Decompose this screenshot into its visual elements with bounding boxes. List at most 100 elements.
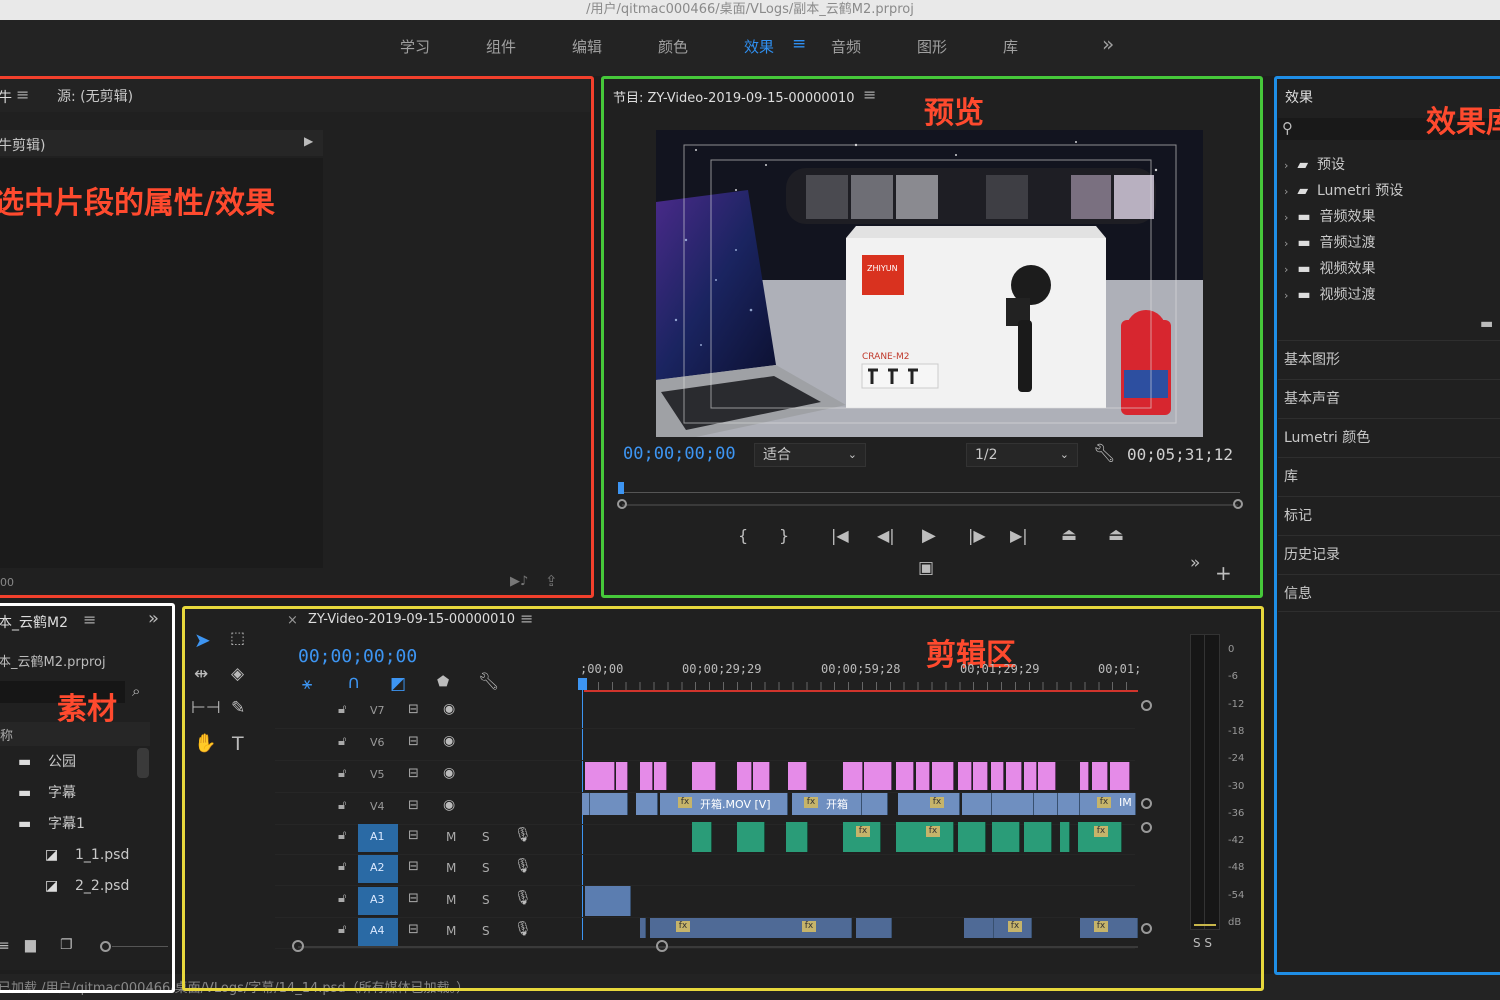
snap-magnet-icon[interactable]: ∩: [347, 672, 360, 693]
lock-icon[interactable]: 🔓︎: [338, 922, 346, 937]
fx-badge-icon[interactable]: fx: [1094, 826, 1108, 837]
video-clip[interactable]: [737, 762, 752, 790]
eye-icon[interactable]: ◉: [443, 701, 455, 717]
scroll-handle-right[interactable]: [1233, 499, 1243, 509]
audio-clip[interactable]: [737, 822, 765, 852]
video-clip[interactable]: [932, 762, 954, 790]
effects-folder-lumetri-presets[interactable]: › ▰ Lumetri 预设: [1284, 180, 1403, 200]
extract-icon[interactable]: ⏏: [1108, 525, 1124, 545]
workspace-tab-effects[interactable]: 效果: [744, 36, 774, 57]
fx-badge-icon[interactable]: fx: [1008, 921, 1022, 932]
eye-icon[interactable]: ◉: [443, 733, 455, 749]
timeline-settings-wrench-icon[interactable]: 🔧︎: [478, 672, 500, 692]
more-controls-icon[interactable]: »: [1190, 553, 1200, 573]
project-item-park[interactable]: ▬ 公园: [0, 747, 150, 778]
project-item-psd-2[interactable]: ◪ 2_2.psd: [0, 871, 150, 902]
video-clip[interactable]: [616, 762, 628, 790]
video-clip[interactable]: [640, 762, 653, 790]
sync-lock-icon[interactable]: ⊟: [408, 891, 419, 906]
video-clip[interactable]: [590, 793, 628, 815]
fx-badge-icon[interactable]: fx: [930, 797, 944, 808]
mute-button[interactable]: M: [446, 893, 456, 907]
workspace-menu-icon[interactable]: ≡: [792, 34, 806, 54]
video-clip[interactable]: [958, 762, 972, 790]
panel-history[interactable]: 历史记录: [1278, 535, 1500, 573]
vertical-zoom-handle-top[interactable]: [1141, 700, 1152, 711]
effects-folder-video-effects[interactable]: › ▬ 视频效果: [1284, 258, 1375, 278]
audio-clip[interactable]: [585, 886, 631, 916]
sync-lock-icon[interactable]: ⊟: [408, 922, 419, 937]
workspace-tab-assembly[interactable]: 组件: [486, 36, 516, 57]
type-tool-icon[interactable]: T: [232, 733, 244, 755]
video-clip[interactable]: [962, 793, 992, 815]
audio-clip[interactable]: [964, 918, 994, 938]
video-clip[interactable]: [864, 762, 892, 790]
audio-clip[interactable]: [786, 822, 808, 852]
ripple-edit-tool-icon[interactable]: ⇹: [194, 664, 208, 684]
lock-icon[interactable]: 🔓︎: [338, 798, 346, 813]
video-clip[interactable]: [753, 762, 770, 790]
timeline-playhead-handle[interactable]: [578, 678, 587, 690]
audio-clip[interactable]: [896, 822, 954, 852]
video-clip[interactable]: [692, 762, 716, 790]
fx-badge-icon[interactable]: fx: [926, 826, 940, 837]
track-select-tool-icon[interactable]: ⬚: [230, 628, 245, 647]
scroll-handle-left[interactable]: [617, 499, 627, 509]
mute-button[interactable]: M: [446, 830, 456, 844]
panel-essential-sound[interactable]: 基本声音: [1278, 379, 1500, 417]
pen-tool-icon[interactable]: ✎: [231, 698, 245, 718]
audio-clip[interactable]: [856, 918, 892, 938]
video-clip[interactable]: [1034, 793, 1058, 815]
video-clip[interactable]: [973, 762, 988, 790]
timeline-scroll-handle-left[interactable]: [292, 940, 304, 952]
video-clip[interactable]: [585, 762, 615, 790]
solo-buttons[interactable]: S S: [1193, 936, 1212, 950]
video-clip[interactable]: [916, 762, 930, 790]
sync-lock-icon[interactable]: ⊟: [408, 702, 419, 717]
project-tab[interactable]: 本_云鹤M2: [0, 612, 68, 632]
lift-icon[interactable]: ⏏: [1061, 525, 1077, 545]
vertical-zoom-handle-bottom[interactable]: [1141, 923, 1152, 934]
fx-badge-icon[interactable]: fx: [676, 921, 690, 932]
timeline-timecode[interactable]: 00;00;00;00: [298, 646, 417, 667]
selection-tool-icon[interactable]: ➤: [194, 628, 211, 652]
audio-clip[interactable]: [958, 822, 986, 852]
video-clip[interactable]: [582, 793, 590, 815]
audio-clip[interactable]: [692, 822, 712, 852]
step-forward-icon[interactable]: |▶: [968, 526, 986, 545]
expand-arrow-icon[interactable]: ▶: [304, 134, 313, 148]
program-current-timecode[interactable]: 00;00;00;00: [623, 444, 736, 464]
close-sequence-icon[interactable]: ×: [287, 613, 298, 628]
video-clip[interactable]: [862, 793, 888, 815]
list-view-icon[interactable]: ≡: [0, 938, 10, 954]
timeline-sequence-tab[interactable]: ZY-Video-2019-09-15-00000010: [308, 612, 515, 627]
program-mini-ruler[interactable]: [618, 480, 1246, 494]
icon-view-icon[interactable]: ▆: [25, 937, 36, 953]
microphone-icon[interactable]: 🎙︎: [514, 858, 532, 874]
tab-effect-controls[interactable]: 牛: [0, 87, 12, 107]
button-editor-plus-icon[interactable]: +: [1215, 561, 1232, 585]
nest-toggle-icon[interactable]: ⚹: [302, 674, 312, 694]
step-back-icon[interactable]: ◀|: [877, 526, 895, 545]
fx-badge-icon[interactable]: fx: [1094, 921, 1108, 932]
more-workspaces-icon[interactable]: »: [1102, 32, 1114, 56]
panel-lumetri-color[interactable]: Lumetri 颜色: [1278, 418, 1500, 456]
project-item-captions[interactable]: ▬ 字幕: [0, 778, 150, 809]
lock-icon[interactable]: 🔓︎: [338, 828, 346, 843]
timeline-horizontal-scrollbar[interactable]: [298, 946, 1138, 948]
find-icon[interactable]: ⌕: [132, 682, 140, 700]
project-item-captions1[interactable]: ▬ 字幕1: [0, 809, 150, 840]
export-frame-camera-icon[interactable]: ▣: [918, 558, 934, 578]
workspace-tab-audio[interactable]: 音频: [831, 36, 861, 57]
audio-clip[interactable]: [640, 918, 646, 938]
panel-essential-graphics[interactable]: 基本图形: [1278, 340, 1500, 378]
workspace-tab-graphics[interactable]: 图形: [917, 36, 947, 57]
panel-libraries[interactable]: 库: [1278, 457, 1500, 495]
fx-badge-icon[interactable]: fx: [1097, 797, 1111, 808]
eye-icon[interactable]: ◉: [443, 797, 455, 813]
timeline-ruler[interactable]: ;00;00 00;00;29;29 00;00;59;28 00;01;29;…: [580, 660, 1141, 698]
panel-markers[interactable]: 标记: [1278, 496, 1500, 534]
video-clip[interactable]: [896, 762, 914, 790]
microphone-icon[interactable]: 🎙︎: [514, 890, 532, 906]
sync-lock-icon[interactable]: ⊟: [408, 734, 419, 749]
